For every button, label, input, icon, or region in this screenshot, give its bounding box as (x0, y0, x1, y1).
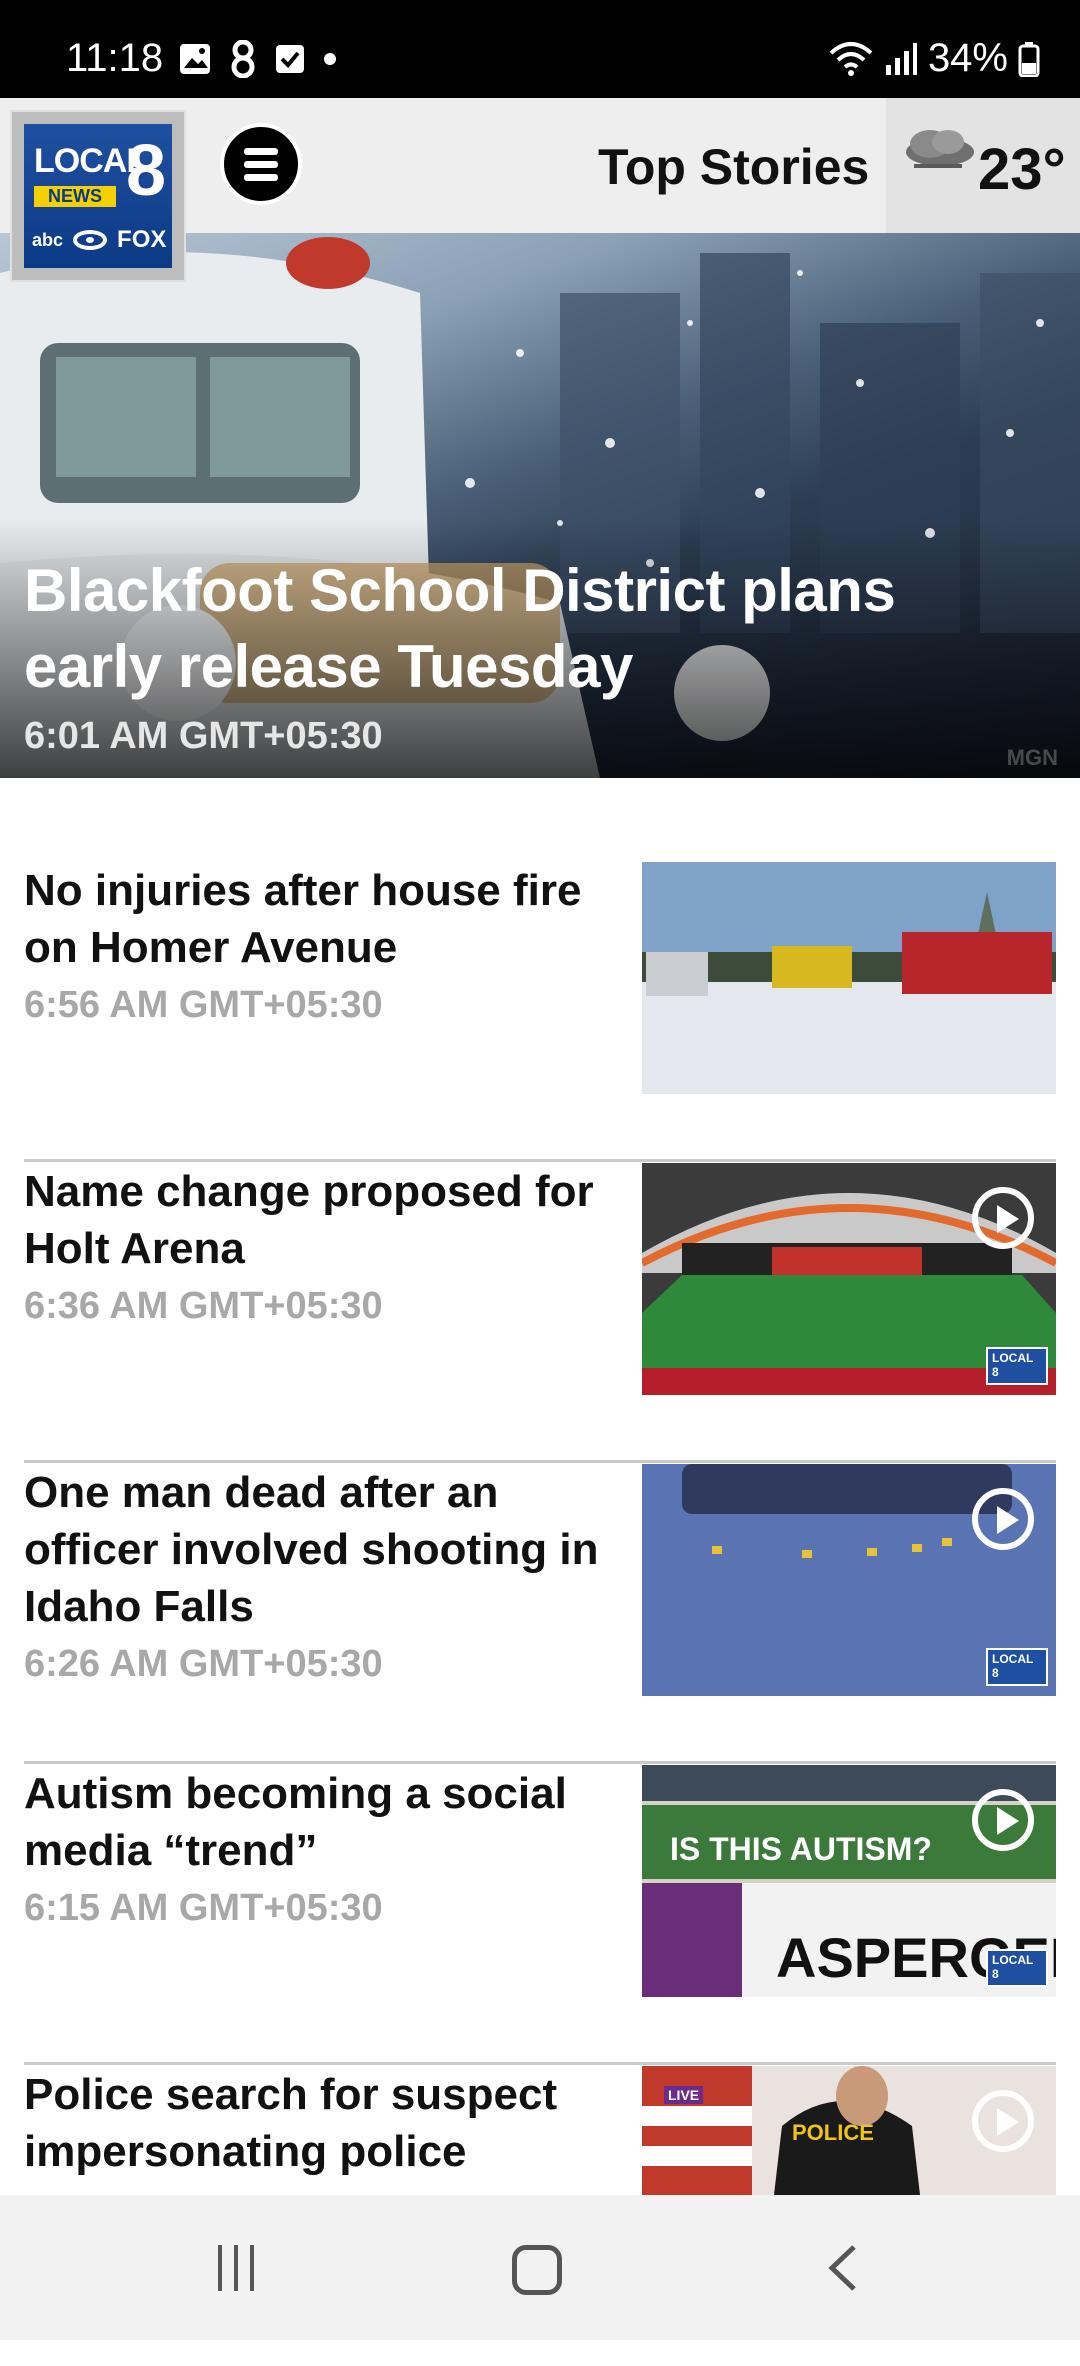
play-icon[interactable] (972, 1789, 1034, 1851)
story-thumbnail[interactable]: LOCAL 8 (642, 1464, 1056, 1696)
story-item[interactable]: No injuries after house fire on Homer Av… (24, 862, 1056, 1162)
menu-line-icon (244, 160, 278, 168)
story-title[interactable]: Police search for suspect impersonating … (24, 2066, 624, 2180)
signal-icon (885, 42, 917, 75)
story-text: Autism becoming a social media “trend” 6… (24, 1765, 624, 1930)
image-credit: MGN (1006, 745, 1058, 770)
station-bug-icon: LOCAL 8 (986, 1347, 1048, 1385)
police-patch-text: POLICE (792, 2120, 874, 2145)
story-title[interactable]: Autism becoming a social media “trend” (24, 1765, 624, 1879)
story-timestamp: 6:15 AM GMT+05:30 (24, 1887, 383, 1929)
logo-network-fox: FOX (117, 226, 167, 253)
hero-story[interactable]: Blackfoot School District plans early re… (0, 233, 1080, 778)
cbs-eye-icon (73, 230, 108, 250)
battery-percent: 34% (927, 36, 1008, 80)
story-item[interactable]: Autism becoming a social media “trend” 6… (24, 1765, 1056, 2065)
fire-scene-image (642, 862, 1056, 1094)
notification-icons (178, 40, 340, 78)
logo-number: 8 (125, 131, 166, 211)
page-title: Top Stories (598, 139, 870, 195)
dot-icon (324, 53, 336, 65)
station-bug-icon: LOCAL 8 (986, 1648, 1048, 1686)
story-thumbnail[interactable] (642, 862, 1056, 1094)
live-badge: LIVE (664, 2086, 704, 2104)
checkbox-icon (276, 45, 304, 73)
story-item[interactable]: Name change proposed for Holt Arena 6:36… (24, 1163, 1056, 1463)
recents-icon[interactable] (212, 2245, 260, 2293)
wifi-icon (829, 41, 873, 76)
status-bar: 11:18 34% (0, 0, 1080, 98)
story-text: No injuries after house fire on Homer Av… (24, 862, 624, 1027)
thumb-caption: IS THIS AUTISM? (670, 1831, 932, 1867)
app-8-icon (231, 40, 255, 78)
weather-widget[interactable]: 23° (886, 98, 1080, 233)
logo-network-abc: abc (32, 229, 64, 250)
system-nav-bar (0, 2195, 1080, 2340)
story-text: Police search for suspect impersonating … (24, 2066, 624, 2180)
gallery-icon (180, 44, 210, 74)
logo-networks: abc FOX (32, 226, 166, 254)
story-item[interactable]: One man dead after an officer involved s… (24, 1464, 1056, 1764)
hero-timestamp: 6:01 AM GMT+05:30 (24, 715, 383, 757)
play-icon[interactable] (972, 2090, 1034, 2152)
cloud-icon (906, 130, 974, 168)
story-thumbnail[interactable]: IS THIS AUTISM? ASPERGER LOCAL 8 (642, 1765, 1056, 1997)
temperature: 23° (978, 137, 1066, 202)
story-text: Name change proposed for Holt Arena 6:36… (24, 1163, 624, 1328)
status-time: 11:18 (66, 36, 164, 80)
hero-headline[interactable]: Blackfoot School District plans early re… (24, 553, 1044, 705)
system-icons: 34% (828, 36, 1040, 81)
play-icon[interactable] (972, 1187, 1034, 1249)
menu-line-icon (244, 147, 278, 155)
story-title[interactable]: Name change proposed for Holt Arena (24, 1163, 624, 1277)
station-logo[interactable]: LOCAL 8 NEWS abc FOX (10, 110, 186, 282)
story-text: One man dead after an officer involved s… (24, 1464, 624, 1686)
hamburger-menu-button[interactable] (220, 123, 302, 205)
app-header: LOCAL 8 NEWS abc FOX Top Stories 23° (0, 98, 1080, 282)
story-title[interactable]: No injuries after house fire on Homer Av… (24, 862, 624, 976)
story-timestamp: 6:56 AM GMT+05:30 (24, 984, 383, 1026)
play-icon[interactable] (972, 1488, 1034, 1550)
story-timestamp: 6:26 AM GMT+05:30 (24, 1643, 383, 1685)
battery-icon (1018, 41, 1040, 77)
story-title[interactable]: One man dead after an officer involved s… (24, 1464, 624, 1635)
back-icon[interactable] (820, 2243, 870, 2293)
story-timestamp: 6:36 AM GMT+05:30 (24, 1285, 383, 1327)
logo-news-tag: NEWS (34, 186, 116, 207)
story-thumbnail[interactable]: LOCAL 8 (642, 1163, 1056, 1395)
menu-line-icon (244, 173, 278, 181)
station-bug-icon: LOCAL 8 (986, 1949, 1048, 1987)
home-icon[interactable] (512, 2245, 562, 2295)
